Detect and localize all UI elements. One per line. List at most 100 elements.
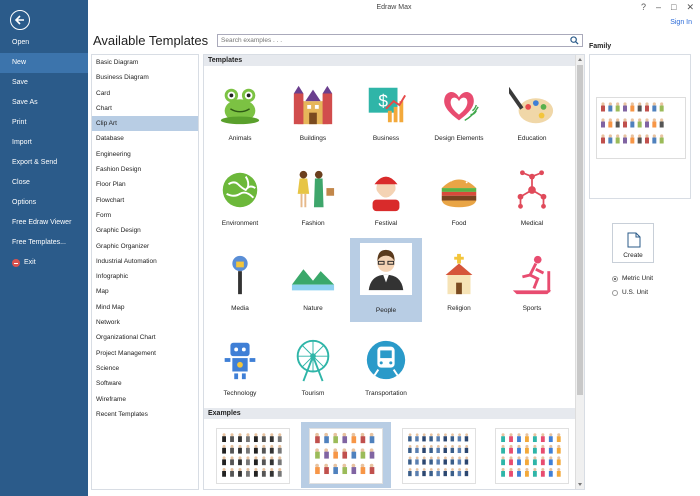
- sidebar-item-free-templates[interactable]: Free Templates...: [0, 233, 88, 253]
- template-festival[interactable]: Festival: [350, 151, 422, 235]
- category-item[interactable]: Infographic: [92, 269, 198, 284]
- template-transportation[interactable]: Transportation: [350, 321, 422, 405]
- us-unit-label: U.S. Unit: [622, 289, 649, 296]
- category-item[interactable]: Map: [92, 284, 198, 299]
- sidebar-item-export-send[interactable]: Export & Send: [0, 153, 88, 173]
- back-button[interactable]: [10, 10, 30, 30]
- template-label: Buildings: [299, 135, 327, 142]
- templates-header: Templates: [204, 55, 576, 66]
- template-media[interactable]: Media: [204, 236, 276, 320]
- template-medical[interactable]: Medical: [496, 151, 568, 235]
- template-label: Religion: [447, 305, 471, 312]
- metric-unit-radio[interactable]: Metric Unit: [612, 275, 653, 282]
- globe-icon: [216, 167, 264, 213]
- template-business[interactable]: $ Business: [350, 66, 422, 150]
- panel-scrollbar[interactable]: [575, 55, 584, 489]
- sidebar-item-label: Free Edraw Viewer: [12, 219, 72, 226]
- template-environment[interactable]: Environment: [204, 151, 276, 235]
- sidebar-item-new[interactable]: New: [0, 53, 88, 73]
- minimize-icon[interactable]: –: [656, 2, 661, 13]
- preview-title: Family: [589, 43, 612, 50]
- category-item[interactable]: Mind Map: [92, 300, 198, 315]
- category-item[interactable]: Flowchart: [92, 193, 198, 208]
- category-item[interactable]: Engineering: [92, 147, 198, 162]
- us-unit-radio[interactable]: U.S. Unit: [612, 289, 648, 296]
- template-design-elements[interactable]: Design Elements: [423, 66, 495, 150]
- search-box[interactable]: [217, 34, 583, 47]
- category-item[interactable]: Organizational Chart: [92, 330, 198, 345]
- category-item[interactable]: Floor Plan: [92, 177, 198, 192]
- category-item[interactable]: Clip Art: [92, 116, 198, 132]
- category-item[interactable]: Graphic Organizer: [92, 239, 198, 254]
- sidebar-item-free-edraw-viewer[interactable]: Free Edraw Viewer: [0, 213, 88, 233]
- category-item[interactable]: Network: [92, 315, 198, 330]
- sidebar-item-print[interactable]: Print: [0, 113, 88, 133]
- scrollbar-thumb[interactable]: [577, 65, 583, 395]
- scroll-up-icon[interactable]: [578, 58, 582, 61]
- category-item[interactable]: Industrial Automation: [92, 254, 198, 269]
- template-food[interactable]: Food: [423, 151, 495, 235]
- exit-icon: [12, 259, 20, 267]
- template-religion[interactable]: Religion: [423, 236, 495, 320]
- template-animals[interactable]: Animals: [204, 66, 276, 150]
- sidebar-item-close[interactable]: Close: [0, 173, 88, 193]
- category-item[interactable]: Software: [92, 376, 198, 391]
- maximize-icon[interactable]: □: [671, 2, 676, 13]
- sidebar-item-options[interactable]: Options: [0, 193, 88, 213]
- category-item[interactable]: Chart: [92, 101, 198, 116]
- sidebar-menu: Open New Save Save As Print Import Export & Se…: [0, 33, 88, 273]
- template-technology[interactable]: Technology: [204, 321, 276, 405]
- category-item[interactable]: Basic Diagram: [92, 55, 198, 70]
- template-label: Sports: [522, 305, 542, 312]
- template-people[interactable]: People: [350, 238, 422, 322]
- fashion-models-icon: [289, 167, 337, 213]
- template-buildings[interactable]: Buildings: [277, 66, 349, 150]
- sidebar-item-import[interactable]: Import: [0, 133, 88, 153]
- template-sports[interactable]: Sports: [496, 236, 568, 320]
- examples-header: Examples: [204, 408, 576, 419]
- radio-dot[interactable]: [612, 275, 618, 282]
- radio-dot[interactable]: [612, 289, 618, 296]
- category-item[interactable]: Graphic Design: [92, 223, 198, 238]
- sidebar-item-save[interactable]: Save: [0, 73, 88, 93]
- category-item[interactable]: Card: [92, 86, 198, 101]
- search-icon[interactable]: [570, 36, 579, 45]
- category-item[interactable]: Business Diagram: [92, 70, 198, 85]
- category-item[interactable]: Form: [92, 208, 198, 223]
- sidebar-item-label: Save: [12, 79, 28, 86]
- scroll-down-icon[interactable]: [578, 483, 582, 486]
- example-thumbnail[interactable]: [301, 422, 391, 488]
- template-nature[interactable]: Nature: [277, 236, 349, 320]
- robot-icon: [216, 337, 264, 383]
- example-thumbnail[interactable]: [487, 422, 577, 488]
- sidebar-item-save-as[interactable]: Save As: [0, 93, 88, 113]
- help-icon[interactable]: ?: [641, 2, 646, 13]
- template-fashion[interactable]: Fashion: [277, 151, 349, 235]
- template-label: Education: [517, 135, 547, 142]
- template-education[interactable]: Education: [496, 66, 568, 150]
- category-item[interactable]: Database: [92, 131, 198, 146]
- example-thumbnail[interactable]: [208, 422, 298, 488]
- close-icon[interactable]: ✕: [686, 2, 694, 13]
- church-icon: [435, 252, 483, 298]
- family-preview-image: [596, 97, 686, 159]
- arrow-left-icon: [14, 15, 24, 25]
- metric-unit-label: Metric Unit: [622, 275, 654, 282]
- sidebar-item-exit[interactable]: Exit: [0, 253, 88, 273]
- preview-pane: [589, 54, 691, 199]
- sidebar-item-open[interactable]: Open: [0, 33, 88, 53]
- create-button[interactable]: Create: [612, 223, 654, 263]
- template-tourism[interactable]: Tourism: [277, 321, 349, 405]
- category-item[interactable]: Science: [92, 361, 198, 376]
- search-input[interactable]: [218, 35, 563, 46]
- category-item[interactable]: Wireframe: [92, 392, 198, 407]
- sign-in-link[interactable]: Sign In: [670, 19, 692, 26]
- sidebar-item-label: Save As: [12, 99, 38, 106]
- castle-icon: [289, 82, 337, 128]
- category-item[interactable]: Fashion Design: [92, 162, 198, 177]
- category-item[interactable]: Project Management: [92, 346, 198, 361]
- example-thumbnail[interactable]: [394, 422, 484, 488]
- template-label: Media: [231, 305, 249, 312]
- category-item[interactable]: Recent Templates: [92, 407, 198, 422]
- template-label: People: [375, 307, 397, 314]
